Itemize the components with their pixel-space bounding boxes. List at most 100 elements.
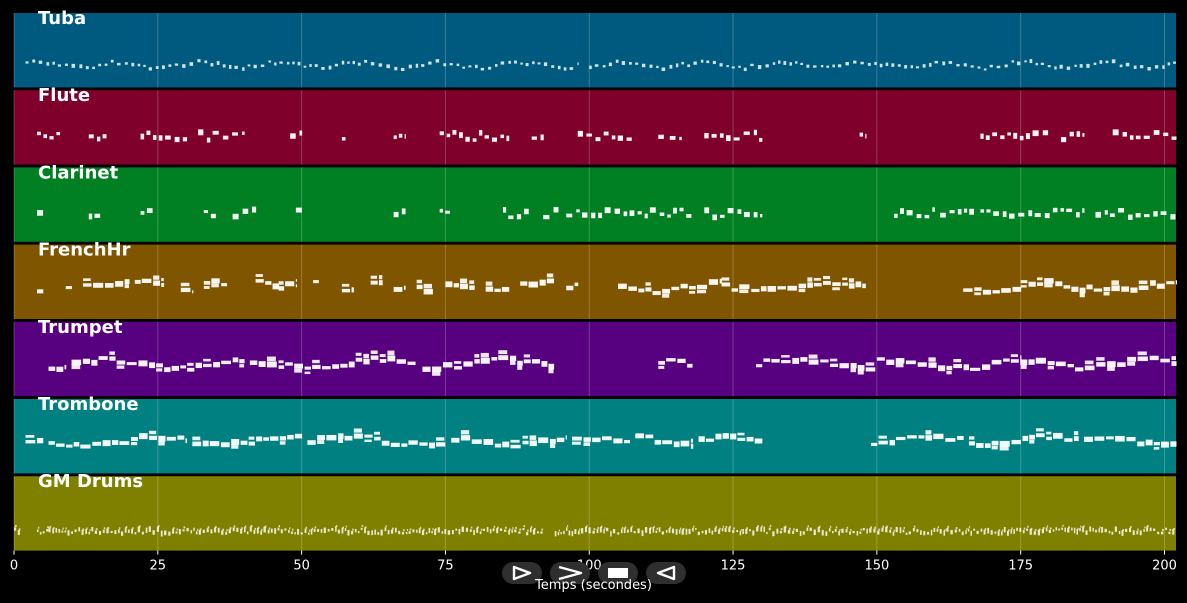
note	[1126, 437, 1136, 442]
note	[1024, 60, 1027, 63]
note	[278, 281, 284, 285]
note	[808, 359, 819, 365]
note	[98, 531, 102, 535]
note	[134, 532, 137, 535]
note	[46, 529, 49, 532]
note	[370, 62, 375, 66]
note	[493, 525, 496, 528]
note	[250, 525, 253, 528]
note	[412, 529, 415, 533]
x-tick-label: 0	[10, 559, 18, 574]
note	[895, 358, 905, 364]
note	[610, 530, 612, 537]
note	[403, 285, 406, 290]
note	[489, 529, 492, 534]
note	[312, 364, 321, 370]
note	[525, 63, 529, 67]
note	[352, 528, 354, 531]
note	[895, 363, 904, 368]
note	[297, 61, 301, 66]
play-button[interactable]	[502, 562, 542, 584]
note	[49, 136, 54, 140]
note	[974, 287, 982, 291]
note	[15, 525, 17, 528]
note	[260, 530, 263, 535]
note	[222, 528, 224, 531]
note	[342, 526, 344, 529]
note	[798, 283, 807, 288]
note	[1071, 527, 1073, 531]
note	[743, 211, 750, 218]
note	[236, 527, 239, 532]
note	[865, 367, 876, 372]
note	[689, 285, 696, 290]
note	[842, 277, 848, 281]
note	[603, 529, 605, 534]
note	[830, 358, 838, 362]
note	[936, 528, 939, 532]
note	[687, 363, 693, 368]
note	[231, 443, 239, 449]
note	[1047, 361, 1055, 366]
note	[1030, 527, 1033, 530]
note	[25, 435, 35, 438]
note	[1061, 527, 1063, 530]
note	[57, 64, 62, 67]
note	[398, 530, 401, 535]
note	[763, 358, 771, 362]
note	[704, 530, 707, 535]
note	[246, 531, 249, 535]
note	[119, 441, 130, 446]
x-tick-label: 25	[150, 559, 167, 574]
note	[961, 531, 964, 536]
note	[199, 528, 202, 531]
note	[480, 357, 490, 364]
stop-button[interactable]	[598, 562, 638, 584]
note	[966, 528, 968, 531]
note	[881, 527, 884, 532]
note	[1167, 62, 1171, 66]
note	[933, 433, 944, 440]
note	[571, 531, 574, 537]
note	[869, 528, 872, 533]
note	[1150, 280, 1156, 286]
rewind-button[interactable]	[646, 562, 686, 584]
note	[886, 525, 888, 528]
note	[891, 63, 895, 67]
note	[823, 275, 831, 280]
note	[91, 526, 94, 532]
note	[930, 529, 933, 536]
note	[839, 363, 849, 369]
note	[1089, 526, 1092, 532]
note	[1161, 528, 1164, 531]
fast-forward-button[interactable]	[550, 562, 590, 584]
note	[753, 129, 758, 136]
note	[659, 212, 665, 216]
note	[518, 531, 521, 534]
note	[164, 530, 167, 536]
note	[257, 526, 260, 529]
note	[1128, 214, 1133, 220]
note	[85, 66, 89, 70]
note	[1045, 527, 1048, 532]
note	[1066, 66, 1071, 70]
note	[999, 440, 1010, 447]
note	[976, 442, 984, 448]
note	[422, 528, 425, 531]
note	[485, 281, 493, 286]
note	[813, 282, 822, 287]
note	[185, 438, 188, 444]
note	[146, 130, 151, 136]
note	[825, 531, 828, 536]
note	[474, 354, 480, 358]
note	[497, 526, 499, 529]
note	[431, 530, 433, 534]
note	[1144, 526, 1146, 529]
note	[614, 208, 621, 214]
note	[583, 442, 591, 446]
note	[297, 528, 300, 535]
note	[1068, 526, 1070, 529]
note	[563, 67, 567, 71]
note	[314, 64, 318, 67]
note	[668, 528, 671, 533]
